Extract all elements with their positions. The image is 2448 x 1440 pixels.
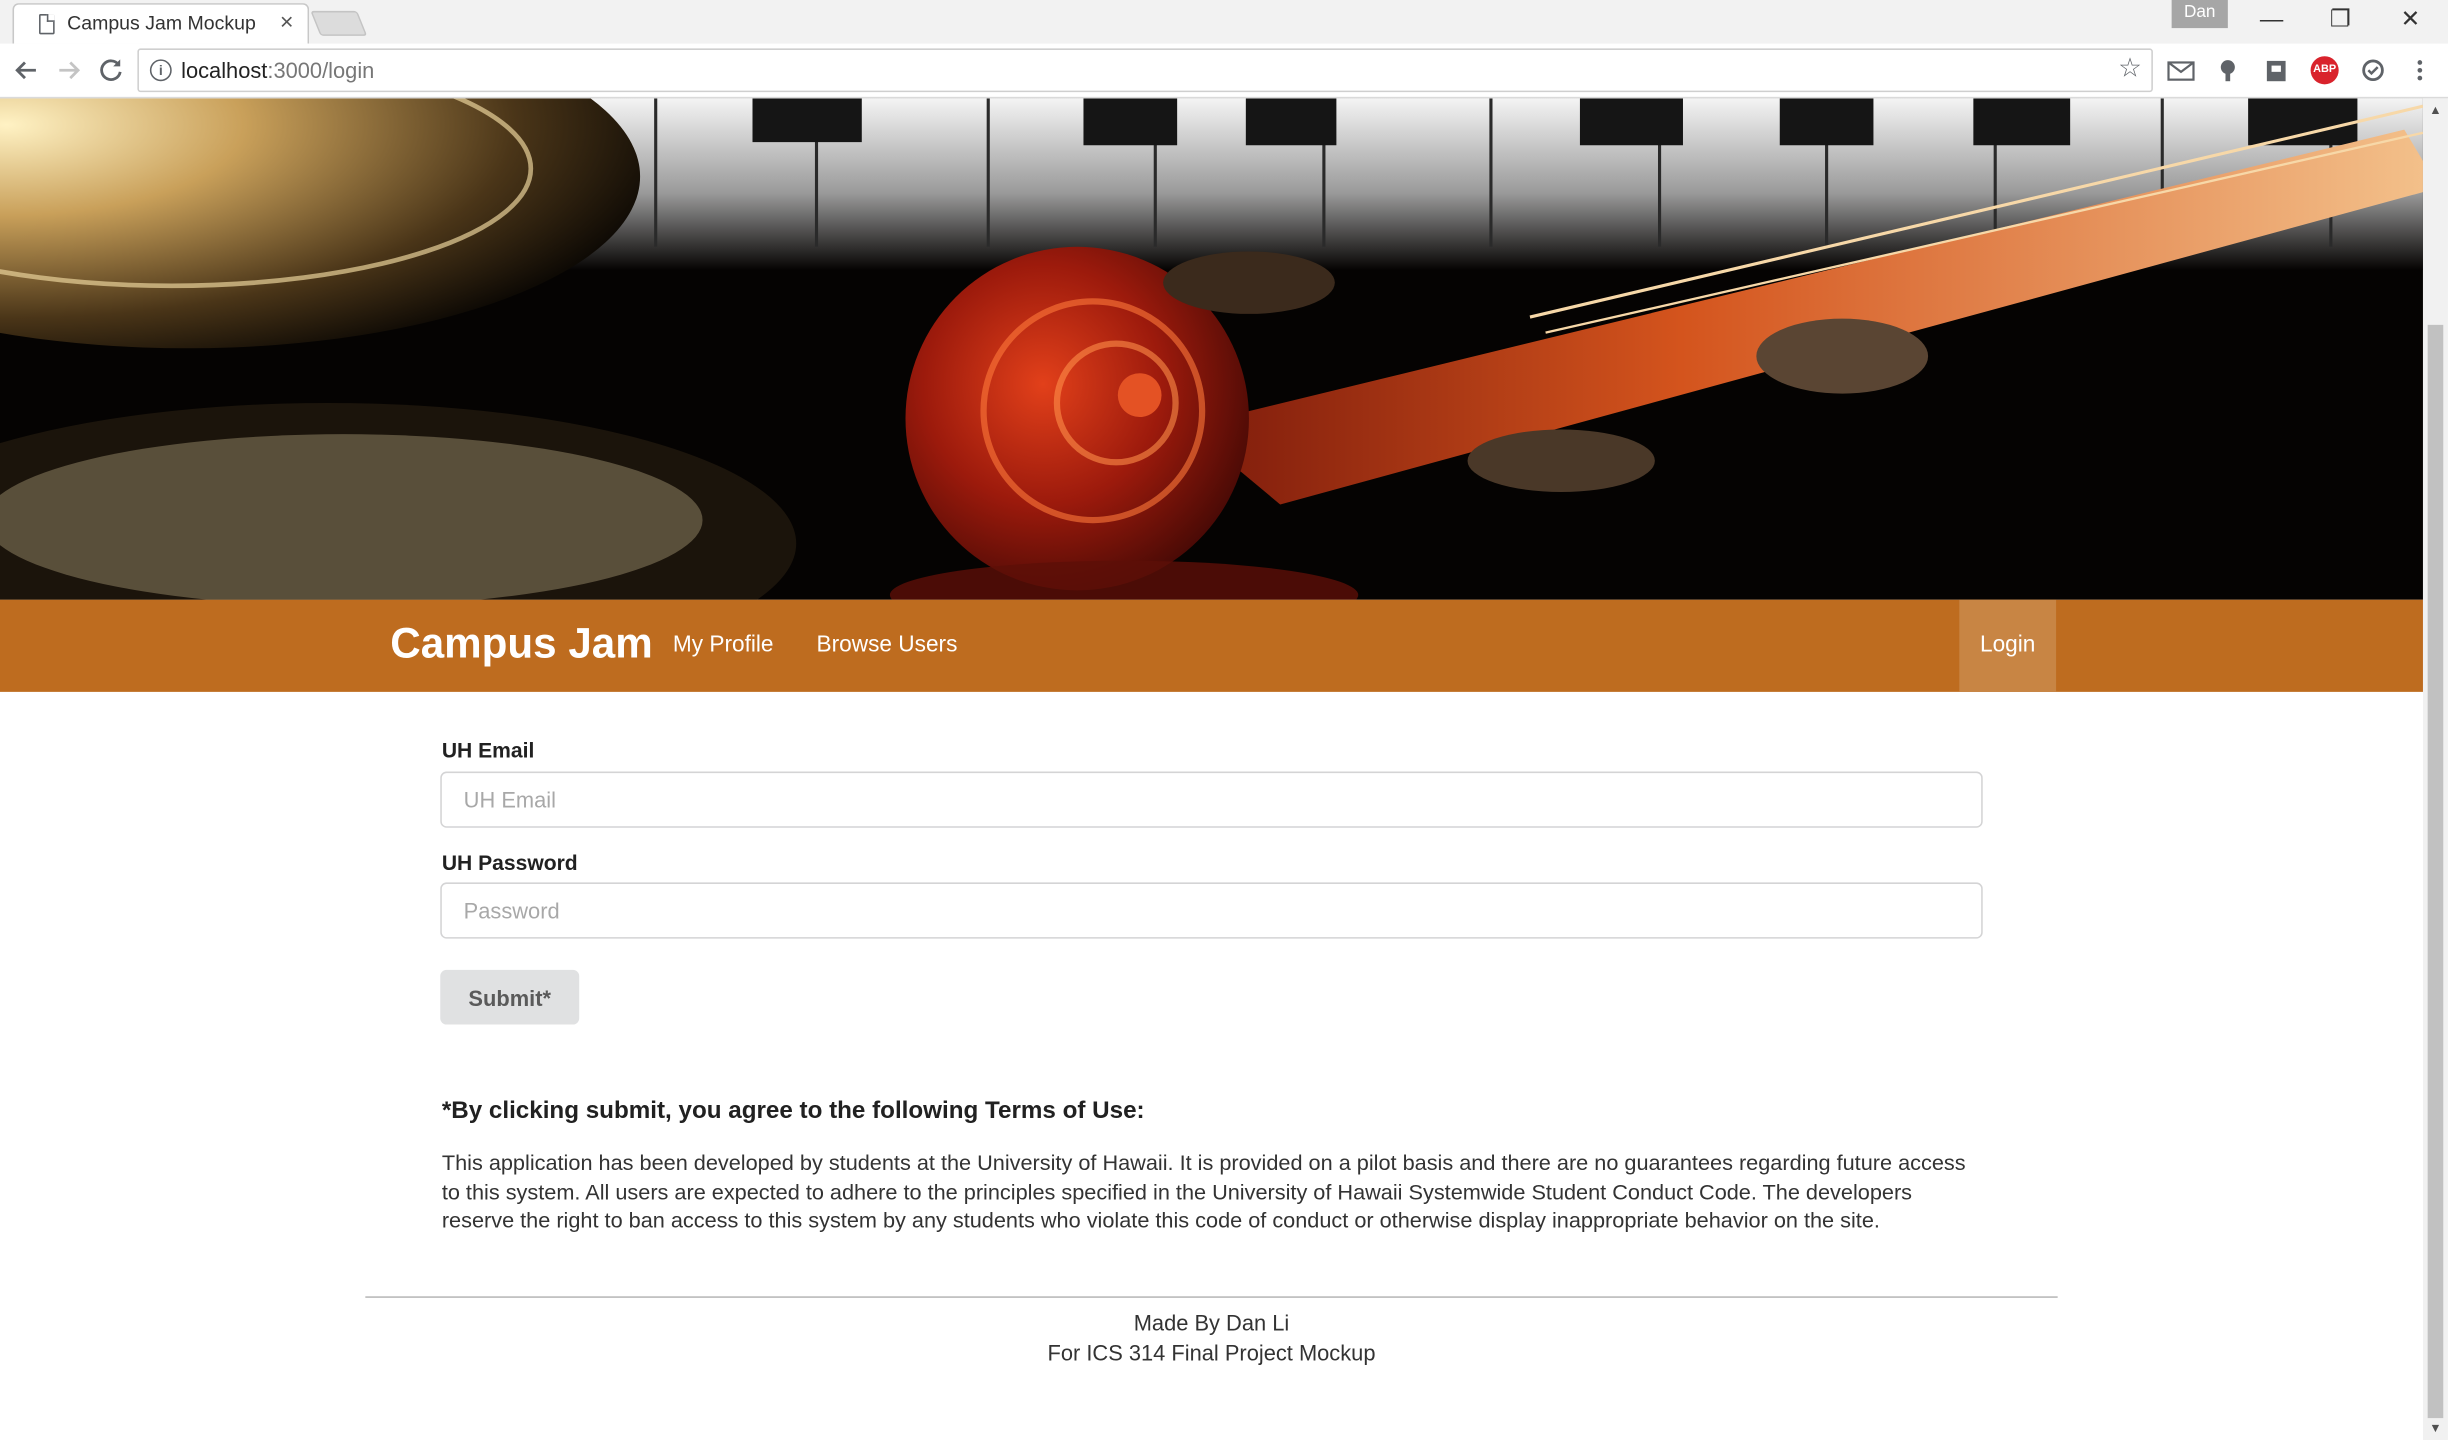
forward-icon[interactable] [52,53,86,87]
gmail-icon[interactable] [2167,56,2195,84]
password-label: UH Password [441,851,578,875]
profile-badge[interactable]: Dan [2171,0,2228,29]
restore-button[interactable]: ❐ [2309,3,2371,37]
main-navbar: Campus Jam My Profile Browse Users Login [0,599,2423,692]
menu-icon[interactable] [2406,56,2434,84]
close-window-button[interactable]: ✕ [2379,3,2441,37]
tab-strip: Campus Jam Mockup × Dan — ❐ ✕ [0,0,2448,44]
scroll-up-icon[interactable]: ▲ [2429,103,2441,117]
email-field[interactable] [440,771,1983,828]
submit-button[interactable]: Submit* [440,969,580,1025]
star-icon[interactable]: ☆ [2118,53,2142,84]
nav-login[interactable]: Login [1959,599,2057,692]
page-scrollbar[interactable]: ▲ ▼ [2422,98,2448,1440]
brand-logo[interactable]: Campus Jam [390,620,652,668]
email-label: UH Email [441,738,535,763]
browser-toolbar: i localhost:3000/login ☆ ABP [0,43,2448,99]
info-icon[interactable]: i [149,59,172,82]
page-viewport: Campus Jam My Profile Browse Users Login… [0,98,2423,1440]
url-text[interactable]: localhost:3000/login [181,58,374,83]
reload-icon[interactable] [94,53,128,87]
footer-course: For ICS 314 Final Project Mockup [1047,1340,1376,1366]
footer-divider [365,1296,2058,1298]
document-icon [39,14,55,35]
minimize-button[interactable]: — [2240,3,2302,37]
browser-tab[interactable]: Campus Jam Mockup × [12,3,310,44]
terms-heading: *By clicking submit, you agree to the fo… [441,1097,1145,1125]
footer-credit: Made By Dan Li [1133,1310,1290,1336]
new-tab-button[interactable] [310,10,368,36]
nav-my-profile[interactable]: My Profile [673,633,774,658]
tab-title: Campus Jam Mockup [67,12,256,35]
scroll-thumb[interactable] [2427,324,2444,1419]
tab-close-icon[interactable]: × [280,10,294,36]
sync-icon[interactable] [2359,56,2387,84]
extension-icon[interactable] [2262,56,2290,84]
password-field[interactable] [440,882,1983,939]
lastpass-icon[interactable] [2214,56,2242,84]
back-icon[interactable] [9,53,43,87]
scroll-down-icon[interactable]: ▼ [2429,1421,2441,1435]
nav-browse-users[interactable]: Browse Users [817,633,958,658]
address-bar[interactable]: i localhost:3000/login ☆ [137,48,2153,93]
hero-image [0,98,2423,600]
adblock-icon[interactable]: ABP [2310,56,2339,85]
terms-body: This application has been developed by s… [441,1149,1966,1233]
